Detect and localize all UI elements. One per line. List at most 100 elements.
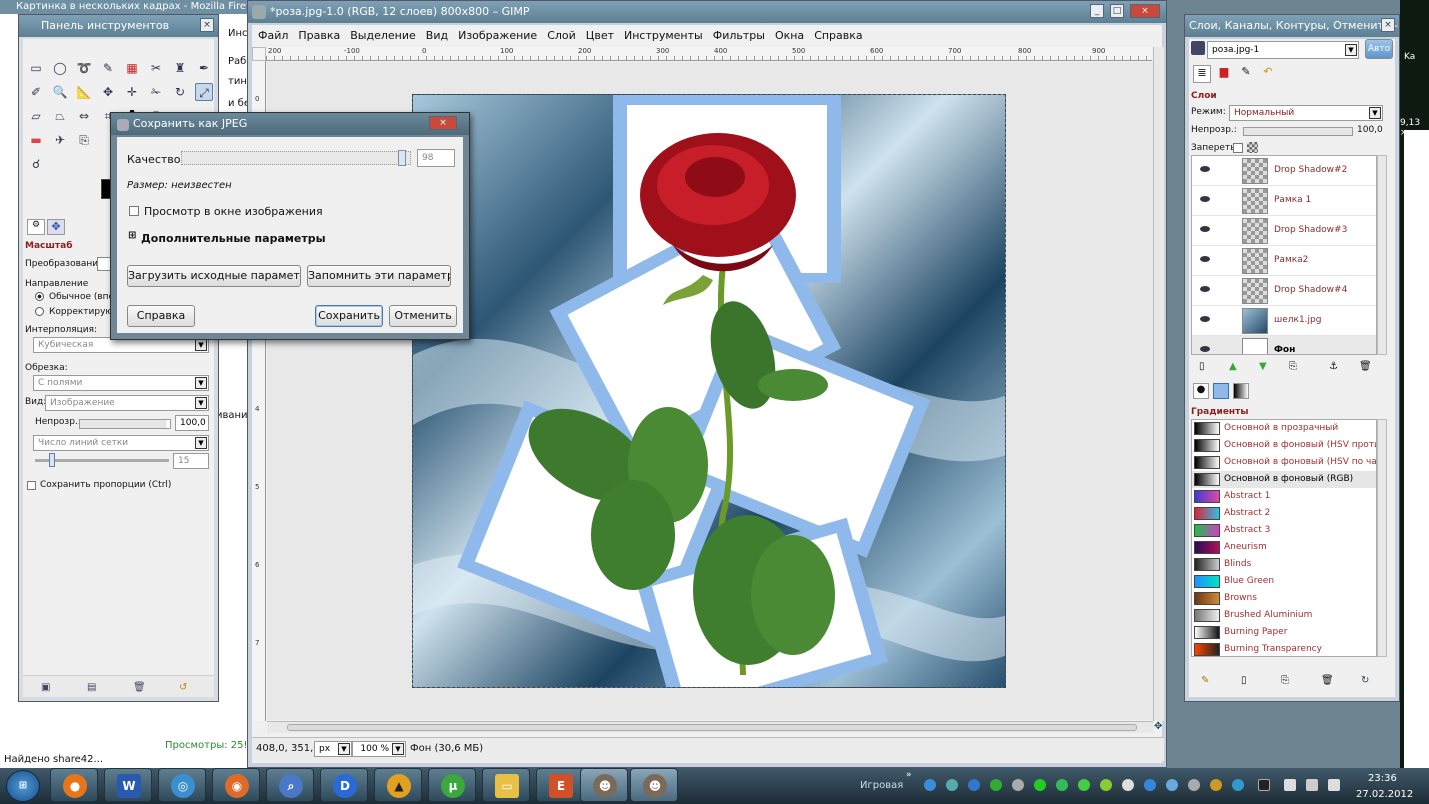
vertical-scrollbar[interactable] — [1153, 47, 1164, 721]
language-label[interactable]: Игровая — [860, 780, 903, 791]
load-defaults-button[interactable]: Загрузить исходные параметры — [127, 265, 301, 287]
gradient-row[interactable]: Abstract 2 — [1192, 505, 1376, 522]
eye-icon[interactable] — [1200, 166, 1210, 172]
foreground-select-icon[interactable]: ♜ — [171, 59, 189, 77]
lower-layer-icon[interactable]: ▼ — [1259, 361, 1267, 372]
menu-edit[interactable]: Правка — [298, 29, 340, 42]
tab-device-status[interactable]: ✥ — [47, 219, 65, 235]
save-button[interactable]: Сохранить — [315, 305, 383, 327]
eye-icon[interactable] — [1200, 316, 1210, 322]
gradient-row[interactable]: Основной в фоновый (HSV протие — [1192, 437, 1376, 454]
cancel-button[interactable]: Отменить — [389, 305, 457, 327]
eraser-icon[interactable]: ▬ — [27, 131, 45, 149]
menu-help[interactable]: Справка — [814, 29, 862, 42]
start-button[interactable]: ⊞ — [6, 770, 40, 802]
restore-options-icon[interactable]: ▤ — [87, 682, 96, 693]
tray-icon[interactable] — [1166, 779, 1178, 791]
image-canvas[interactable] — [412, 94, 1006, 688]
taskbar-app-5[interactable]: ⌕ — [266, 768, 314, 802]
tray-icon[interactable] — [1034, 779, 1046, 791]
clock-time[interactable]: 23:36 — [1368, 773, 1397, 784]
layer-row[interactable]: Рамка2 — [1192, 246, 1376, 276]
expander-icon[interactable]: ⊞ — [128, 230, 136, 241]
mode-select[interactable]: Нормальный ▼ — [1229, 105, 1383, 121]
delete-options-icon[interactable]: 🗑 — [133, 682, 146, 693]
tray-icon[interactable] — [1144, 779, 1156, 791]
minimize-button[interactable]: _ — [1090, 4, 1104, 18]
taskbar-word[interactable]: W — [104, 768, 152, 802]
measure-icon[interactable]: 📐 — [75, 83, 93, 101]
clone-icon[interactable]: ⎘ — [75, 131, 93, 149]
tray-icon[interactable] — [1012, 779, 1024, 791]
layer-opacity-slider[interactable] — [1243, 127, 1353, 136]
image-selector[interactable]: роза.jpg-1 ▼ — [1207, 41, 1359, 59]
perspective-icon[interactable]: ⏢ — [51, 107, 69, 125]
tray-icon[interactable] — [924, 779, 936, 791]
gradient-row[interactable]: Blinds — [1192, 556, 1376, 573]
lasso-icon[interactable]: ➰ — [75, 59, 93, 77]
zoom-select[interactable]: 100 % ▼ — [352, 741, 406, 757]
direction-normal-radio[interactable] — [35, 292, 44, 301]
ruler-corner[interactable] — [252, 47, 266, 61]
gradients-tab[interactable] — [1233, 383, 1249, 399]
gradient-row[interactable]: Browns — [1192, 590, 1376, 607]
taskbar-utorrent[interactable]: µ — [428, 768, 476, 802]
tray-icon[interactable] — [1258, 779, 1270, 791]
duplicate-layer-icon[interactable]: ⎘ — [1289, 361, 1297, 372]
color-picker-icon[interactable]: ✐ — [27, 83, 45, 101]
volume-icon[interactable] — [1328, 779, 1340, 791]
refresh-gradient-icon[interactable]: ↻ — [1361, 675, 1369, 686]
gradient-row[interactable]: Brushed Aluminium — [1192, 607, 1376, 624]
tray-icon[interactable] — [1078, 779, 1090, 791]
gradient-row[interactable]: Aneurism — [1192, 539, 1376, 556]
ellipse-select-icon[interactable]: ◯ — [51, 59, 69, 77]
eye-icon[interactable] — [1200, 256, 1210, 262]
scissors-icon[interactable]: ✂ — [147, 59, 165, 77]
gradient-row[interactable]: Abstract 3 — [1192, 522, 1376, 539]
grid-select[interactable]: Число линий сетки ▼ — [33, 435, 209, 451]
tab-paths[interactable]: ✎ — [1237, 65, 1255, 83]
navigate-icon[interactable]: ✥ — [1154, 721, 1162, 732]
gradient-row[interactable]: Blue Green — [1192, 573, 1376, 590]
duplicate-gradient-icon[interactable]: ⎘ — [1281, 675, 1289, 686]
new-layer-icon[interactable]: ▯ — [1199, 361, 1205, 372]
zoom-icon[interactable]: 🔍 — [51, 83, 69, 101]
menu-filters[interactable]: Фильтры — [713, 29, 765, 42]
gradients-scrollbar[interactable] — [1377, 419, 1387, 657]
tray-icon[interactable] — [990, 779, 1002, 791]
taskbar-app-3[interactable]: ◎ — [158, 768, 206, 802]
lock-pixels-checkbox[interactable] — [1233, 143, 1243, 153]
horizontal-scrollbar[interactable] — [267, 721, 1153, 733]
view-select[interactable]: Изображение ▼ — [45, 395, 209, 411]
gradient-row[interactable]: Основной в прозрачный — [1192, 420, 1376, 437]
taskbar-app-10[interactable]: E — [536, 768, 584, 802]
tab-channels[interactable]: ▆ — [1215, 65, 1233, 83]
layer-row[interactable]: шелк1.jpg — [1192, 306, 1376, 336]
brushes-tab[interactable]: ● — [1193, 383, 1209, 399]
dialog-close-button[interactable]: × — [429, 116, 457, 130]
direction-corrective-radio[interactable] — [35, 307, 44, 316]
tray-icon[interactable] — [1122, 779, 1134, 791]
keep-ratio-checkbox[interactable] — [27, 481, 36, 490]
tab-layers[interactable]: ≣ — [1193, 65, 1211, 83]
shear-icon[interactable]: ▱ — [27, 107, 45, 125]
close-button[interactable]: × — [1130, 4, 1160, 18]
layer-row[interactable]: Drop Shadow#2 — [1192, 156, 1376, 186]
menu-view[interactable]: Вид — [426, 29, 448, 42]
anchor-layer-icon[interactable]: ⚓ — [1329, 361, 1338, 372]
unit-select[interactable]: px ▼ — [314, 741, 352, 757]
auto-button[interactable]: Авто — [1365, 39, 1393, 59]
quality-slider[interactable] — [181, 151, 411, 165]
gradient-row[interactable]: Burning Paper — [1192, 624, 1376, 641]
color-select-icon[interactable]: ▦ — [123, 59, 141, 77]
grid-count-input[interactable]: 15 — [173, 453, 209, 469]
taskbar-explorer[interactable]: ▭ — [482, 768, 530, 802]
scale-icon[interactable]: ⤢ — [195, 83, 213, 101]
tray-icon[interactable] — [946, 779, 958, 791]
clock-date[interactable]: 27.02.2012 — [1356, 789, 1413, 800]
layers-scrollbar[interactable] — [1377, 155, 1387, 355]
edit-gradient-icon[interactable]: ✎ — [1201, 675, 1209, 686]
menu-tools[interactable]: Инструменты — [624, 29, 703, 42]
toolbox-close-button[interactable]: × — [200, 18, 214, 32]
clipping-select[interactable]: С полями ▼ — [33, 375, 209, 391]
